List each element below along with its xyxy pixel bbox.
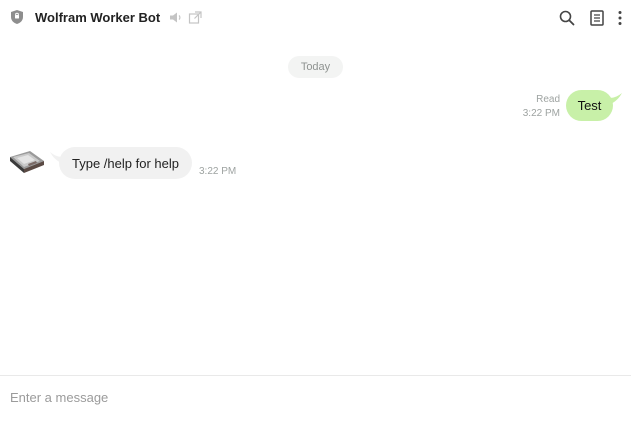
notes-icon[interactable] [588, 9, 606, 27]
read-status: Read [536, 94, 560, 105]
search-icon[interactable] [558, 9, 576, 27]
open-external-icon[interactable] [188, 11, 202, 24]
outgoing-message-bubble[interactable]: Test [566, 90, 613, 121]
incoming-message-bubble[interactable]: Type /help for help [59, 147, 192, 179]
date-separator: Today [288, 56, 343, 78]
outgoing-time: 3:22 PM [522, 108, 560, 119]
bot-avatar[interactable] [8, 148, 46, 174]
chat-header: Wolfram Worker Bot [0, 0, 631, 36]
chat-title: Wolfram Worker Bot [35, 10, 161, 25]
outgoing-message-meta: Read 3:22 PM [523, 93, 560, 121]
bot-shield-icon [10, 9, 24, 25]
chat-window: Wolfram Worker Bot Today Read 3:22 PM Te… [0, 0, 631, 433]
incoming-time: 3:22 PM [199, 166, 237, 177]
mute-icon[interactable] [169, 11, 183, 24]
more-vertical-icon[interactable] [613, 9, 627, 27]
message-composer [0, 375, 631, 433]
message-input[interactable] [10, 386, 620, 408]
